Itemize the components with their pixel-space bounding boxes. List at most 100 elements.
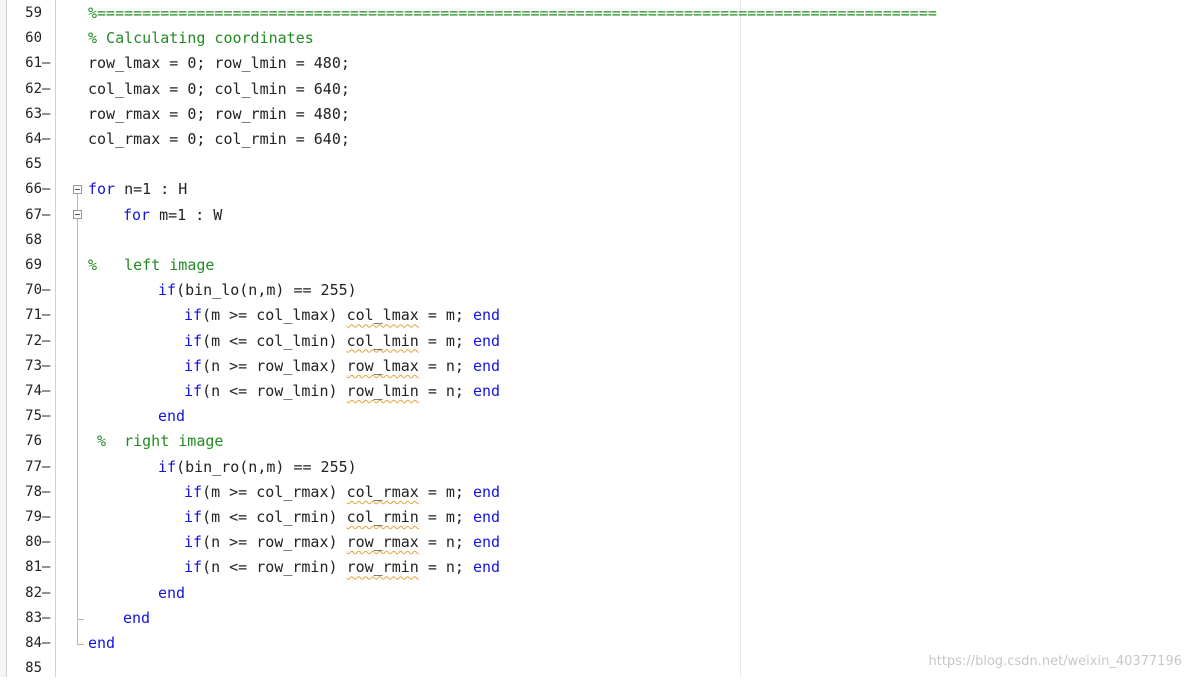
code-line[interactable]: 83– end <box>0 606 1192 631</box>
keyword-token: if <box>184 356 203 375</box>
breakpoint-dash[interactable]: – <box>42 303 54 328</box>
breakpoint-dash[interactable]: – <box>42 278 54 303</box>
keyword-token: for <box>88 180 116 199</box>
breakpoint-dash[interactable]: – <box>42 127 54 152</box>
warning-token: row_rmax <box>346 533 419 552</box>
breakpoint-dash[interactable]: – <box>42 606 54 631</box>
code-line[interactable]: 67– for m=1 : W <box>0 203 1192 228</box>
breakpoint-dash[interactable]: – <box>42 203 54 228</box>
breakpoint-dash[interactable]: – <box>42 354 54 379</box>
code-line[interactable]: 64– col_rmax = 0; col_rmin = 640; <box>0 127 1192 152</box>
watermark-text: https://blog.csdn.net/weixin_40377196 <box>928 654 1182 669</box>
code-text: if(n >= row_lmax) row_lmax = n; end <box>184 354 500 379</box>
code-token: = m; <box>418 306 473 325</box>
line-number: 78 <box>25 483 42 500</box>
breakpoint-dash[interactable]: – <box>42 404 54 429</box>
code-line[interactable]: 61– row_lmax = 0; row_lmin = 480; <box>0 51 1192 76</box>
code-token: = m; <box>418 508 473 526</box>
code-line[interactable]: 71– if(m >= col_lmax) col_lmax = m; end <box>0 303 1192 328</box>
code-text: end <box>123 606 150 631</box>
breakpoint-dash[interactable]: – <box>42 329 54 354</box>
code-line[interactable]: 84– end <box>0 631 1192 656</box>
code-line[interactable]: 70– if(bin_lo(n,m) == 255) <box>0 278 1192 303</box>
keyword-token: end <box>473 331 501 350</box>
code-text: col_rmax = 0; col_rmin = 640; <box>88 127 350 152</box>
comment-token: %=======================================… <box>88 4 937 22</box>
code-text: row_lmax = 0; row_lmin = 480; <box>88 51 350 76</box>
fold-toggle-for-m[interactable] <box>73 210 82 219</box>
fold-end-tick <box>77 644 84 645</box>
code-text: if(n >= row_rmax) row_rmax = n; end <box>184 530 500 555</box>
code-line[interactable]: 62– col_lmax = 0; col_lmin = 640; <box>0 77 1192 102</box>
code-line[interactable]: 79– if(m <= col_rmin) col_rmin = m; end <box>0 505 1192 530</box>
code-line[interactable]: 72– if(m <= col_lmin) col_lmin = m; end <box>0 329 1192 354</box>
code-token: m=1 : W <box>150 205 223 224</box>
line-number: 83 <box>25 609 42 626</box>
code-token: (bin_ro(n,m) == 255) <box>176 457 357 476</box>
code-token: (m >= col_lmax) <box>202 306 347 325</box>
warning-token: row_lmin <box>346 382 419 400</box>
keyword-token: end <box>158 407 186 426</box>
breakpoint-dash[interactable]: – <box>42 51 54 76</box>
keyword-token: end <box>123 608 151 627</box>
code-line[interactable]: 59 %=====================================… <box>0 1 1192 26</box>
breakpoint-dash[interactable]: – <box>42 530 54 555</box>
code-line[interactable]: 81– if(n <= row_rmin) row_rmin = n; end <box>0 555 1192 580</box>
code-line[interactable]: 74– if(n <= row_lmin) row_lmin = n; end <box>0 379 1192 404</box>
code-token: col_lmax = 0; col_lmin = 640; <box>88 79 350 98</box>
keyword-token: if <box>184 508 203 526</box>
line-number: 82 <box>25 584 42 601</box>
keyword-token: if <box>184 331 203 350</box>
line-number: 76 <box>25 433 42 450</box>
code-token: (n >= row_rmax) <box>202 533 347 552</box>
line-number: 72 <box>25 332 42 349</box>
line-number: 59 <box>25 5 42 21</box>
code-text: if(m <= col_lmin) col_lmin = m; end <box>184 329 500 354</box>
line-number: 74 <box>25 383 42 399</box>
code-line[interactable]: 80– if(n >= row_rmax) row_rmax = n; end <box>0 530 1192 555</box>
code-text: for n=1 : H <box>88 177 187 202</box>
breakpoint-dash[interactable]: – <box>42 631 54 656</box>
code-line[interactable]: 75– end <box>0 404 1192 429</box>
breakpoint-dash[interactable]: – <box>42 480 54 505</box>
warning-token: row_rmin <box>346 558 419 577</box>
line-number: 61 <box>25 55 42 72</box>
code-token: (n <= row_rmin) <box>202 558 347 577</box>
breakpoint-dash[interactable]: – <box>42 177 54 202</box>
code-line[interactable]: 65 <box>0 152 1192 177</box>
breakpoint-dash[interactable]: – <box>42 581 54 606</box>
breakpoint-dash[interactable]: – <box>42 455 54 480</box>
code-line[interactable]: 60 % Calculating coordinates <box>0 26 1192 51</box>
breakpoint-dash[interactable]: – <box>42 102 54 127</box>
code-line[interactable]: 73– if(n >= row_lmax) row_lmax = n; end <box>0 354 1192 379</box>
breakpoint-dash[interactable]: – <box>42 505 54 530</box>
line-number: 79 <box>25 509 42 525</box>
code-text: if(n <= row_rmin) row_rmin = n; end <box>184 555 500 580</box>
fold-end-tick <box>77 619 84 620</box>
code-text: if(bin_lo(n,m) == 255) <box>158 278 357 303</box>
line-number: 63 <box>25 105 42 122</box>
line-number: 75 <box>25 408 42 425</box>
code-token: (n <= row_lmin) <box>202 382 347 400</box>
code-line[interactable]: 78– if(m >= col_rmax) col_rmax = m; end <box>0 480 1192 505</box>
fold-toggle-for-n[interactable] <box>73 185 82 194</box>
code-line[interactable]: 69 % left image <box>0 253 1192 278</box>
code-editor[interactable]: 59 %=====================================… <box>0 0 1192 677</box>
breakpoint-dash[interactable]: – <box>42 379 54 404</box>
code-line[interactable]: 68 <box>0 228 1192 253</box>
code-token: col_rmax = 0; col_rmin = 640; <box>88 130 350 148</box>
fold-guide-line <box>77 194 78 210</box>
code-text: if(m <= col_rmin) col_rmin = m; end <box>184 505 500 530</box>
keyword-token: for <box>123 205 151 224</box>
code-line[interactable]: 63– row_rmax = 0; row_rmin = 480; <box>0 102 1192 127</box>
line-number: 77 <box>25 458 42 475</box>
code-line[interactable]: 82– end <box>0 581 1192 606</box>
code-line[interactable]: 76 % right image <box>0 429 1192 454</box>
comment-token: % Calculating coordinates <box>88 29 314 48</box>
breakpoint-dash[interactable]: – <box>42 77 54 102</box>
code-line[interactable]: 66– for n=1 : H <box>0 177 1192 202</box>
keyword-token: end <box>473 306 501 325</box>
code-token: = m; <box>418 482 473 501</box>
code-line[interactable]: 77– if(bin_ro(n,m) == 255) <box>0 455 1192 480</box>
breakpoint-dash[interactable]: – <box>42 555 54 580</box>
